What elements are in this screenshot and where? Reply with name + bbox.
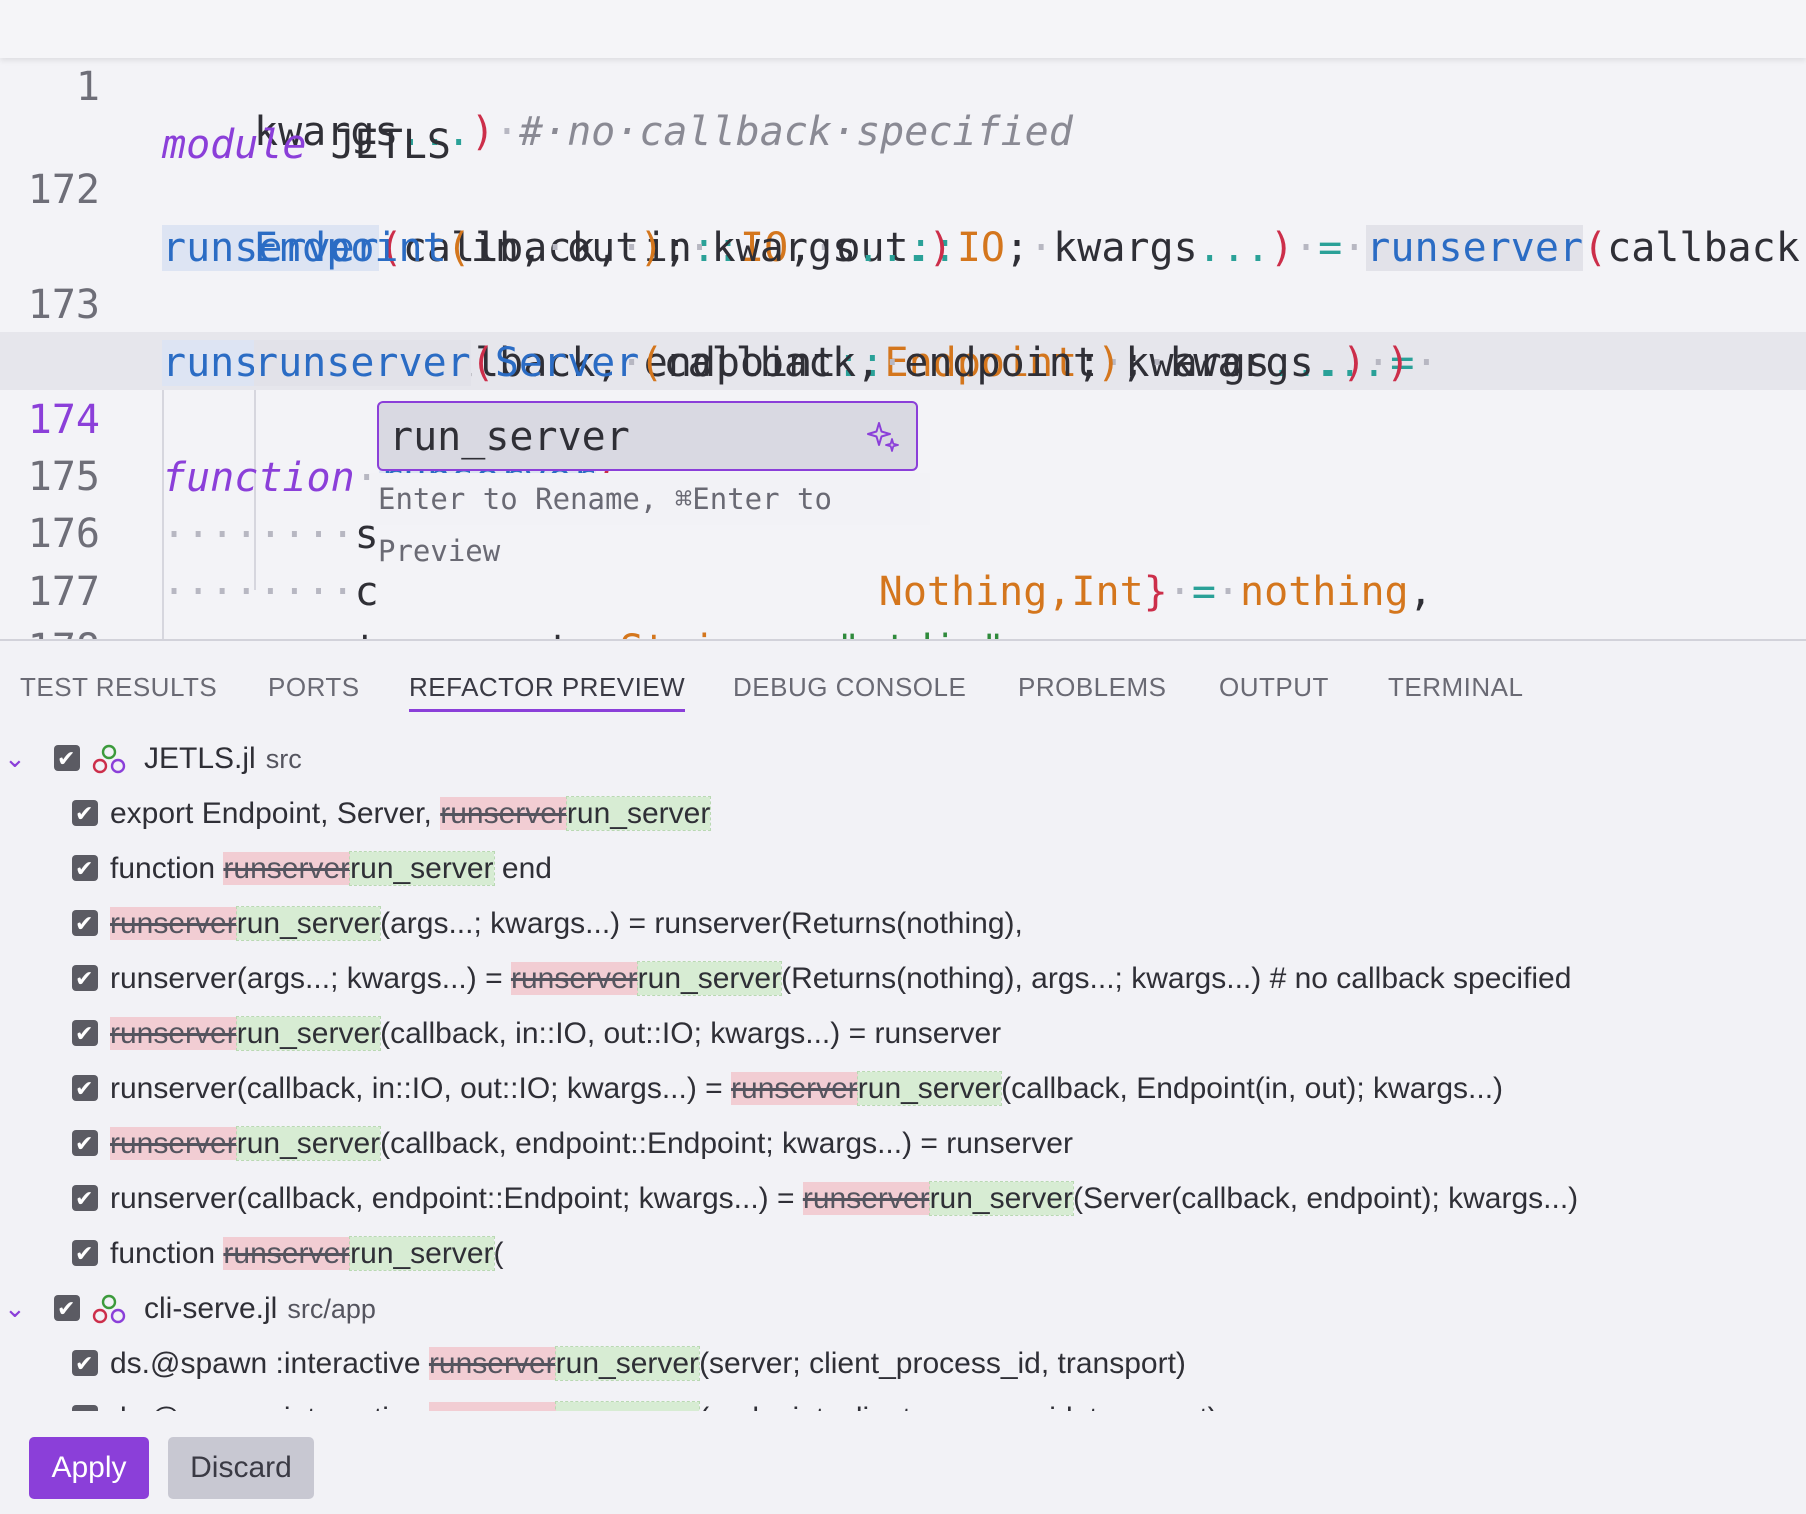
change-text: runserver(callback, endpoint::Endpoint; … [110, 1181, 1579, 1216]
deleted-text: runserver [428, 1347, 556, 1380]
checkbox[interactable] [72, 951, 98, 1006]
checkbox[interactable] [72, 896, 98, 951]
inserted-text: run_server [235, 1016, 382, 1051]
deleted-text: runserver [510, 962, 638, 995]
tab-ports[interactable]: PORTS [268, 665, 360, 709]
checkbox[interactable] [72, 1061, 98, 1116]
checkbox[interactable] [72, 1336, 98, 1391]
change-text: runserverrun_server(args...; kwargs...) … [110, 906, 1023, 941]
code-editor[interactable]: 1 module JETLS kwargs...)·#·no·callback·… [0, 0, 1806, 639]
chevron-down-icon[interactable]: ⌄ [4, 1281, 30, 1336]
change-text: runserver(args...; kwargs...) = runserve… [110, 961, 1572, 996]
change-text: function runserverrun_server end [110, 851, 552, 886]
change-item[interactable]: ds.@spawn :interactive runserverrun_serv… [0, 1391, 1806, 1411]
file-node[interactable]: ⌄ cli-serve.jl src/app [0, 1281, 1806, 1336]
tab-refactor-preview[interactable]: REFACTOR PREVIEW [409, 665, 686, 712]
tab-terminal[interactable]: TERMINAL [1388, 665, 1523, 709]
discard-button[interactable]: Discard [168, 1437, 314, 1499]
tab-output[interactable]: OUTPUT [1219, 665, 1329, 709]
panel-tabs: TEST RESULTS PORTS REFACTOR PREVIEW DEBU… [0, 641, 1806, 713]
code-line: 174 function·runserver( [0, 333, 1806, 501]
sparkle-icon[interactable] [866, 419, 900, 453]
change-text: runserverrun_server(callback, endpoint::… [110, 1126, 1073, 1161]
rename-widget[interactable] [377, 401, 918, 471]
checkbox[interactable] [54, 1281, 80, 1336]
change-item[interactable]: function runserverrun_server end [0, 841, 1806, 896]
change-item[interactable]: runserverrun_server(callback, in::IO, ou… [0, 1006, 1806, 1061]
inserted-text: run_server [856, 1071, 1003, 1106]
deleted-text: runserver [110, 907, 237, 940]
line-number: 1 [75, 64, 100, 110]
checkbox[interactable] [72, 1006, 98, 1061]
inserted-text: run_server [349, 1236, 495, 1271]
checkbox[interactable] [72, 1171, 98, 1226]
change-item[interactable]: runserverrun_server(args...; kwargs...) … [0, 896, 1806, 951]
line-number: 178 [0, 620, 100, 639]
inserted-text: run_server [636, 961, 783, 996]
julia-file-icon [92, 744, 126, 774]
rename-input[interactable] [387, 409, 861, 465]
tab-test-results[interactable]: TEST RESULTS [20, 665, 217, 709]
deleted-text: runserver [223, 852, 351, 885]
code-line: module JETLS [162, 122, 452, 168]
inserted-text: run_server [554, 1401, 701, 1411]
inserted-text: run_server [554, 1346, 701, 1381]
apply-button[interactable]: Apply [29, 1437, 149, 1499]
change-item[interactable]: runserver(args...; kwargs...) = runserve… [0, 951, 1806, 1006]
inserted-text: run_server [349, 851, 495, 886]
file-path: src [265, 744, 302, 774]
deleted-text: runserver [428, 1402, 556, 1411]
inserted-text: run_server [235, 1126, 382, 1161]
change-item[interactable]: runserverrun_server(callback, endpoint::… [0, 1116, 1806, 1171]
checkbox[interactable] [72, 786, 98, 841]
change-text: runserver(callback, in::IO, out::IO; kwa… [110, 1071, 1504, 1106]
sticky-scroll-header[interactable]: 1 module JETLS [0, 0, 1806, 168]
refactor-tree: ⌄ JETLS.jl src export Endpoint, Server, run… [0, 731, 1806, 1411]
change-item[interactable]: runserver(callback, endpoint::Endpoint; … [0, 1171, 1806, 1226]
checkbox[interactable] [72, 1116, 98, 1171]
inserted-text: run_server [928, 1181, 1074, 1216]
file-node[interactable]: ⌄ JETLS.jl src [0, 731, 1806, 786]
deleted-text: runserver [223, 1237, 351, 1270]
deleted-text: runserver [440, 797, 567, 830]
file-name: JETLS.jl [144, 742, 256, 775]
code-line: 178 ····) [0, 562, 1806, 639]
change-text: runserverrun_server(callback, in::IO, ou… [110, 1016, 1002, 1051]
inserted-text: run_server [565, 796, 712, 831]
julia-file-icon [92, 1294, 126, 1324]
file-name: cli-serve.jl [144, 1292, 278, 1325]
change-text: ds.@spawn :interactive runserverrun_serv… [110, 1391, 1218, 1411]
deleted-text: runserver [110, 1017, 237, 1050]
change-item[interactable]: function runserverrun_server( [0, 1226, 1806, 1281]
chevron-down-icon[interactable]: ⌄ [4, 731, 30, 786]
change-item[interactable]: export Endpoint, Server, runserverrun_se… [0, 786, 1806, 841]
code-line: runserver(Server(callback,·endpoint);·kw… [254, 340, 1411, 386]
deleted-text: runserver [110, 1127, 237, 1160]
change-item[interactable]: ds.@spawn :interactive runserverrun_serv… [0, 1336, 1806, 1391]
checkbox[interactable] [54, 731, 80, 786]
checkbox[interactable] [72, 1226, 98, 1281]
rename-hint: Enter to Rename, ⌘Enter to Preview [370, 473, 930, 568]
bottom-panel: TEST RESULTS PORTS REFACTOR PREVIEW DEBU… [0, 639, 1806, 1514]
tab-problems[interactable]: PROBLEMS [1018, 665, 1167, 709]
deleted-text: runserver [731, 1072, 858, 1105]
change-text: ds.@spawn :interactive runserverrun_serv… [110, 1346, 1186, 1381]
change-text: function runserverrun_server( [110, 1236, 504, 1271]
code-line: 173 runserver(callback,·endpoint::Endpoi… [0, 218, 1806, 386]
tab-debug-console[interactable]: DEBUG CONSOLE [733, 665, 966, 709]
change-item[interactable]: runserver(callback, in::IO, out::IO; kwa… [0, 1061, 1806, 1116]
checkbox[interactable] [72, 841, 98, 896]
change-text: export Endpoint, Server, runserverrun_se… [110, 796, 712, 831]
file-path: src/app [287, 1294, 376, 1324]
inserted-text: run_server [235, 906, 382, 941]
deleted-text: runserver [802, 1182, 930, 1215]
